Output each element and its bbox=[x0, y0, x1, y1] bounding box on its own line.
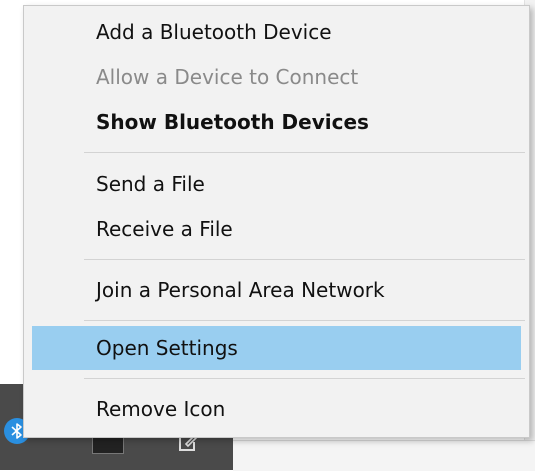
menu-item-send-file[interactable]: Send a File bbox=[32, 162, 521, 206]
bluetooth-glyph bbox=[11, 423, 22, 439]
menu-item-remove-icon[interactable]: Remove Icon bbox=[32, 387, 521, 431]
menu-item-receive-file[interactable]: Receive a File bbox=[32, 207, 521, 251]
menu-item-label: Allow a Device to Connect bbox=[96, 65, 359, 89]
background-window-bottom bbox=[233, 440, 535, 471]
menu-item-label: Open Settings bbox=[96, 336, 238, 360]
menu-item-label: Send a File bbox=[96, 172, 205, 196]
menu-item-label: Remove Icon bbox=[96, 397, 226, 421]
desktop-background: Add a Bluetooth Device Allow a Device to… bbox=[0, 0, 535, 471]
menu-separator bbox=[84, 259, 525, 260]
menu-separator bbox=[84, 320, 525, 321]
menu-separator bbox=[84, 152, 525, 153]
menu-item-label: Show Bluetooth Devices bbox=[96, 110, 369, 134]
menu-item-label: Join a Personal Area Network bbox=[96, 278, 385, 302]
menu-item-label: Receive a File bbox=[96, 217, 233, 241]
menu-item-show-bluetooth-devices[interactable]: Show Bluetooth Devices bbox=[32, 100, 521, 144]
menu-item-open-settings[interactable]: Open Settings bbox=[32, 326, 521, 370]
menu-item-allow-device-to-connect: Allow a Device to Connect bbox=[32, 55, 521, 99]
bluetooth-context-menu: Add a Bluetooth Device Allow a Device to… bbox=[23, 5, 530, 438]
menu-item-join-personal-area-network[interactable]: Join a Personal Area Network bbox=[32, 268, 521, 312]
menu-item-label: Add a Bluetooth Device bbox=[96, 20, 332, 44]
menu-separator bbox=[84, 378, 525, 379]
menu-item-add-bluetooth-device[interactable]: Add a Bluetooth Device bbox=[32, 10, 521, 54]
